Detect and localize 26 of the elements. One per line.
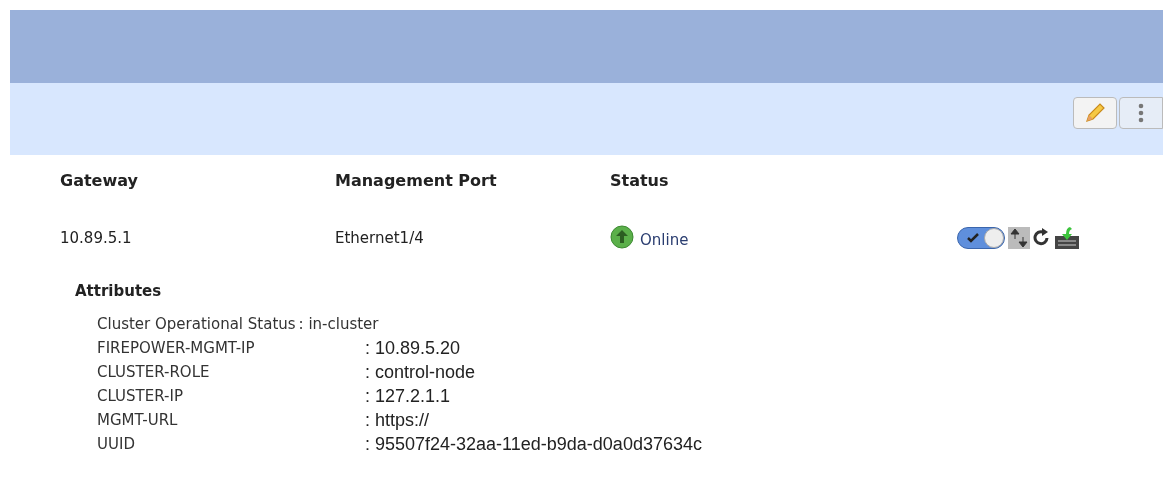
port-cell-text: Ethernet1/4 bbox=[335, 228, 425, 249]
section-title: Attributes bbox=[75, 280, 163, 302]
status-text: Online bbox=[640, 230, 689, 251]
more-icon bbox=[1138, 103, 1144, 123]
transfer-icon[interactable] bbox=[1008, 227, 1030, 250]
attribute-value: : https:// bbox=[365, 408, 430, 432]
attribute-name: UUID bbox=[97, 433, 136, 455]
attribute-name: CLUSTER-ROLE bbox=[97, 361, 211, 383]
column-header: Management Port bbox=[335, 170, 498, 192]
more-button[interactable] bbox=[1119, 97, 1163, 129]
attribute-value: : 10.89.5.20 bbox=[365, 336, 461, 360]
enable-toggle[interactable] bbox=[957, 227, 1005, 250]
pencil-icon bbox=[1083, 101, 1107, 125]
attribute-name: Cluster Operational Status bbox=[97, 313, 297, 335]
attribute-value: : 127.2.1.1 bbox=[365, 384, 451, 408]
download-icon[interactable] bbox=[1054, 226, 1080, 251]
attribute-name: FIREPOWER-MGMT-IP bbox=[97, 337, 256, 359]
attribute-value: : 95507f24-32aa-11ed-b9da-d0a0d37634c bbox=[365, 432, 702, 456]
attribute-value: : in-cluster bbox=[298, 313, 379, 335]
column-header: Gateway bbox=[60, 170, 139, 192]
attribute-name: MGMT-URL bbox=[97, 409, 179, 431]
gateway-cell-text: 10.89.5.1 bbox=[60, 228, 133, 249]
check-icon bbox=[966, 232, 980, 245]
attribute-name: CLUSTER-IP bbox=[97, 385, 184, 407]
attribute-value: : control-node bbox=[365, 360, 476, 384]
column-header: Status bbox=[610, 170, 670, 192]
